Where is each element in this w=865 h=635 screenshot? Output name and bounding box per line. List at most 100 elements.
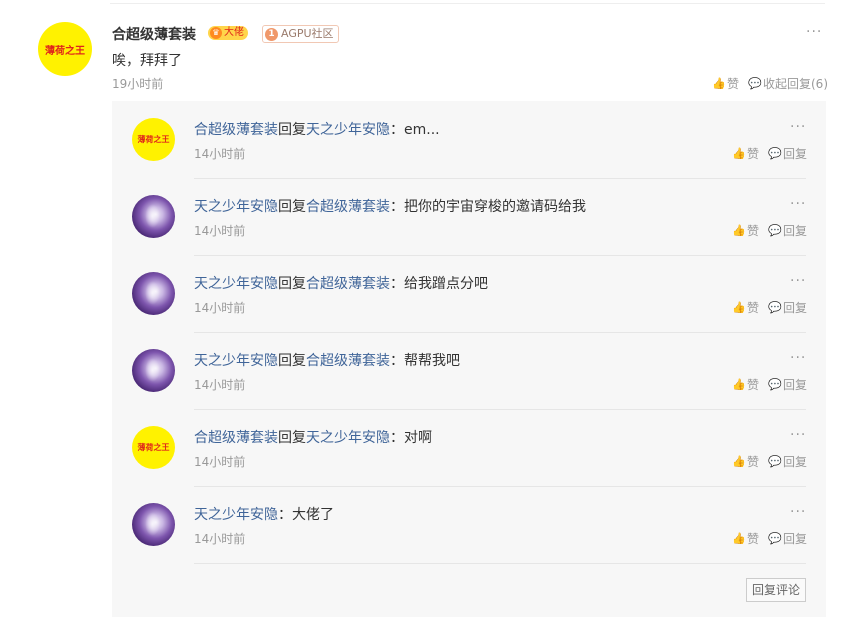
reply-button[interactable]: 💬 回复 [768,376,807,393]
more-options-icon[interactable]: ··· [790,196,806,212]
comment-icon: 💬 [748,76,762,90]
divider [194,486,806,487]
reply-author[interactable]: 合超级薄套装 [194,122,278,138]
avatar[interactable]: 薄荷之王 [132,426,175,469]
like-button[interactable]: 👍 赞 [732,530,759,547]
reply-content: 合超级薄套装回复天之少年安隐：对啊 [194,427,432,447]
more-options-icon[interactable]: ··· [806,24,822,40]
more-options-icon[interactable]: ··· [790,350,806,366]
reply-text: em... [404,122,440,138]
reply-text: 把你的宇宙穿梭的邀请码给我 [404,199,586,215]
collapse-replies-button[interactable]: 💬 收起回复(6) [748,75,828,92]
reply-list: 薄荷之王 合超级薄套装回复天之少年安隐：em... 14小时前 ··· 👍 赞 💬… [112,101,826,617]
level-number: 1 [265,27,278,41]
comment-icon: 💬 [768,223,782,237]
reply-separator: ： [390,276,404,292]
like-label: 赞 [747,147,760,161]
reply-content: 天之少年安隐：大佬了 [194,504,334,524]
thumb-up-icon: 👍 [712,76,726,90]
avatar[interactable]: 薄荷之王 [38,22,92,76]
reply-label: 回复 [783,301,808,315]
reply-button[interactable]: 💬 回复 [768,530,807,547]
like-button[interactable]: 👍 赞 [732,453,759,470]
reply-word: 回复 [278,353,306,369]
like-label: 赞 [727,77,740,91]
level-badge[interactable]: 1 AGPU社区 [262,25,339,43]
reply-time: 14小时前 [194,224,246,238]
thumb-up-icon: 👍 [732,300,746,314]
more-options-icon[interactable]: ··· [790,427,806,443]
like-label: 赞 [747,224,760,238]
community-label: AGPU社区 [281,27,334,40]
avatar[interactable] [132,503,175,546]
reply-content: 天之少年安隐回复合超级薄套装：给我蹭点分吧 [194,273,488,293]
reply-text: 对啊 [404,430,432,446]
comment-icon: 💬 [768,531,782,545]
divider [194,409,806,410]
like-label: 赞 [747,455,760,469]
reply-target[interactable]: 合超级薄套装 [306,276,390,292]
reply-content: 天之少年安隐回复合超级薄套装：帮帮我吧 [194,350,460,370]
avatar-label: 薄荷之王 [137,443,170,452]
reply-comment-button[interactable]: 回复评论 [746,578,806,602]
reply-target[interactable]: 合超级薄套装 [306,199,390,215]
reply-button[interactable]: 💬 回复 [768,145,807,162]
reply-time: 14小时前 [194,378,246,392]
reply-text: 帮帮我吧 [404,353,460,369]
reply-time: 14小时前 [194,301,246,315]
avatar[interactable] [132,272,175,315]
reply-author[interactable]: 天之少年安隐 [194,507,278,523]
reply-separator: ： [390,199,404,215]
like-button[interactable]: 👍 赞 [732,222,759,239]
reply-label: 回复 [783,532,808,546]
like-button[interactable]: 👍 赞 [732,145,759,162]
like-label: 赞 [747,378,760,392]
reply-author[interactable]: 天之少年安隐 [194,276,278,292]
more-options-icon[interactable]: ··· [790,504,806,520]
reply-time: 14小时前 [194,455,246,469]
collapse-label: 收起回复(6) [763,77,828,91]
thumb-up-icon: 👍 [732,454,746,468]
comment-author[interactable]: 合超级薄套装 [112,24,196,44]
reply-separator: ： [390,122,404,138]
comment-icon: 💬 [768,146,782,160]
reply-button[interactable]: 💬 回复 [768,453,807,470]
comment-icon: 💬 [768,454,782,468]
more-options-icon[interactable]: ··· [790,119,806,135]
avatar[interactable] [132,349,175,392]
reply-button[interactable]: 💬 回复 [768,299,807,316]
avatar[interactable]: 薄荷之王 [132,118,175,161]
avatar-label: 薄荷之王 [45,45,85,57]
like-button[interactable]: 👍 赞 [712,75,739,92]
like-button[interactable]: 👍 赞 [732,376,759,393]
more-options-icon[interactable]: ··· [790,273,806,289]
reply-separator: ： [390,430,404,446]
reply-target[interactable]: 天之少年安隐 [306,122,390,138]
avatar[interactable] [132,195,175,238]
reply-time: 14小时前 [194,532,246,546]
reply-label: 回复 [783,378,808,392]
reply-author[interactable]: 天之少年安隐 [194,199,278,215]
reply-target[interactable]: 合超级薄套装 [306,353,390,369]
reply-word: 回复 [278,430,306,446]
reply-separator: ： [390,353,404,369]
reply-button[interactable]: 💬 回复 [768,222,807,239]
reply-content: 合超级薄套装回复天之少年安隐：em... [194,119,440,139]
reply-label: 回复 [783,147,808,161]
comment-icon: 💬 [768,300,782,314]
like-button[interactable]: 👍 赞 [732,299,759,316]
reply-author[interactable]: 合超级薄套装 [194,430,278,446]
reply-label: 回复 [783,455,808,469]
reply-author[interactable]: 天之少年安隐 [194,353,278,369]
title-badge: ♛ 大佬 [208,26,248,40]
reply-word: 回复 [278,122,306,138]
divider [194,563,806,564]
reply-label: 回复 [783,224,808,238]
title-badge-label: 大佬 [224,27,244,38]
reply-target[interactable]: 天之少年安隐 [306,430,390,446]
reply-word: 回复 [278,199,306,215]
comment-time: 19小时前 [112,77,164,91]
thumb-up-icon: 👍 [732,531,746,545]
reply-separator: ： [278,507,292,523]
reply-content: 天之少年安隐回复合超级薄套装：把你的宇宙穿梭的邀请码给我 [194,196,586,216]
